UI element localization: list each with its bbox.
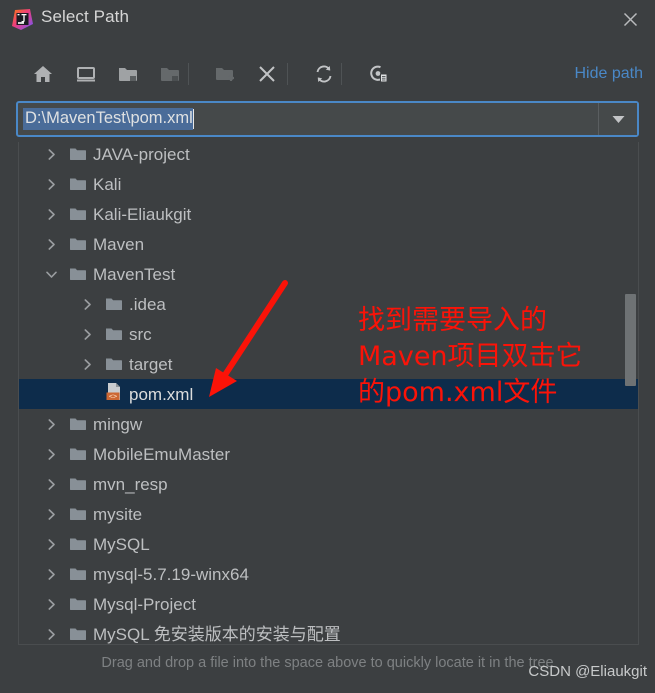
xml-file-icon: <> — [106, 383, 123, 401]
folder-icon — [70, 477, 87, 491]
intellij-idea-logo-icon — [12, 9, 33, 30]
toolbar-separator — [188, 63, 189, 85]
tree-row-label: MySQL 免安装版本的安装与配置 — [93, 624, 341, 644]
tree-row-label: MavenTest — [93, 264, 176, 284]
folder-icon — [70, 627, 87, 641]
chevron-right-icon[interactable] — [43, 446, 59, 462]
tree-row-label: mvn_resp — [93, 474, 168, 494]
chevron-right-icon[interactable] — [43, 536, 59, 552]
tree-row-label: pom.xml — [129, 384, 194, 404]
home-icon[interactable] — [24, 55, 62, 93]
tree-row-label: Maven — [93, 234, 145, 254]
tree-row-label: mingw — [93, 414, 143, 434]
tree-row-label: Kali-Eliaukgit — [93, 204, 192, 224]
folder-icon — [70, 207, 87, 221]
select-path-dialog: Select Path Hide path D:\MavenTest\pom.x… — [0, 0, 655, 693]
tree-scrollbar-track[interactable] — [625, 142, 637, 644]
toolbar-separator — [341, 63, 342, 85]
folder-icon — [70, 267, 87, 281]
tree-row[interactable]: JAVA-project — [19, 142, 638, 169]
chevron-right-icon[interactable] — [43, 176, 59, 192]
chevron-down-icon[interactable] — [43, 266, 59, 282]
tree-row[interactable]: MySQL — [19, 529, 638, 559]
tree-row[interactable]: Kali — [19, 169, 638, 199]
tree-row[interactable]: target — [19, 349, 638, 379]
chevron-right-icon[interactable] — [79, 356, 95, 372]
tree-row-label: mysite — [93, 504, 143, 524]
folder-icon — [106, 327, 123, 341]
path-dropdown-button[interactable] — [598, 103, 637, 135]
tree-row[interactable]: mingw — [19, 409, 638, 439]
tree-row[interactable]: Kali-Eliaukgit — [19, 199, 638, 229]
tree-scrollbar-thumb[interactable] — [625, 294, 636, 386]
tree-row-label: MobileEmuMaster — [93, 444, 230, 464]
tree-row[interactable]: mysite — [19, 499, 638, 529]
chevron-right-icon[interactable] — [43, 596, 59, 612]
tree-row[interactable]: <> pom.xml — [19, 379, 638, 409]
tree-row-label: Kali — [93, 174, 122, 194]
chevron-right-icon[interactable] — [43, 236, 59, 252]
svg-text:<>: <> — [109, 393, 117, 401]
window-title: Select Path — [41, 7, 130, 26]
text-caret — [192, 109, 194, 129]
file-tree[interactable]: JAVA-project Kali Kali-Eliaukgit Maven Maven… — [18, 142, 639, 645]
tree-row[interactable]: src — [19, 319, 638, 349]
tree-row[interactable]: mysql-5.7.19-winx64 — [19, 559, 638, 589]
folder-icon — [106, 357, 123, 371]
folder-icon — [70, 147, 87, 161]
folder-icon — [106, 297, 123, 311]
tree-row-label: MySQL — [93, 534, 150, 554]
new-folder-icon — [206, 55, 244, 93]
tree-row-label: JAVA-project — [93, 144, 190, 164]
desktop-icon[interactable] — [67, 55, 105, 93]
path-field[interactable]: D:\MavenTest\pom.xml — [16, 101, 639, 137]
tree-row[interactable]: Mysql-Project — [19, 589, 638, 619]
tree-row[interactable]: MySQL 免安装版本的安装与配置 — [19, 619, 638, 644]
tree-row-label: target — [129, 354, 173, 374]
refresh-icon[interactable] — [305, 55, 343, 93]
folder-icon — [70, 567, 87, 581]
chevron-right-icon[interactable] — [43, 566, 59, 582]
title-bar: Select Path — [0, 0, 655, 38]
chevron-right-icon[interactable] — [43, 416, 59, 432]
tree-row-label: .idea — [129, 294, 166, 314]
chevron-right-icon[interactable] — [43, 506, 59, 522]
chevron-right-icon[interactable] — [43, 146, 59, 162]
tree-row[interactable]: MobileEmuMaster — [19, 439, 638, 469]
folder-icon — [70, 597, 87, 611]
tree-row[interactable]: mvn_resp — [19, 469, 638, 499]
tree-row-label: mysql-5.7.19-winx64 — [93, 564, 249, 584]
path-input-value: D:\MavenTest\pom.xml — [23, 108, 193, 130]
project-folder-icon[interactable] — [109, 55, 147, 93]
tree-row-label: Mysql-Project — [93, 594, 196, 614]
folder-icon — [70, 177, 87, 191]
watermark: CSDN @Eliaukgit — [528, 663, 647, 680]
toolbar-separator — [287, 63, 288, 85]
tree-row[interactable]: Maven — [19, 229, 638, 259]
folder-icon — [70, 447, 87, 461]
toolbar: Hide path — [0, 52, 655, 96]
folder-icon — [70, 417, 87, 431]
chevron-right-icon[interactable] — [43, 206, 59, 222]
folder-icon — [70, 237, 87, 251]
chevron-right-icon[interactable] — [79, 296, 95, 312]
delete-icon[interactable] — [248, 55, 286, 93]
close-icon[interactable] — [619, 8, 641, 30]
show-hidden-files-icon[interactable] — [359, 55, 397, 93]
folder-icon — [70, 537, 87, 551]
tree-row-label: src — [129, 324, 152, 344]
path-input[interactable]: D:\MavenTest\pom.xml — [18, 103, 598, 135]
chevron-right-icon[interactable] — [43, 476, 59, 492]
chevron-right-icon[interactable] — [79, 326, 95, 342]
hide-path-link[interactable]: Hide path — [575, 65, 644, 83]
chevron-down-icon — [612, 115, 624, 123]
folder-icon — [70, 507, 87, 521]
tree-row[interactable]: .idea — [19, 289, 638, 319]
tree-row[interactable]: MavenTest — [19, 259, 638, 289]
module-folder-icon — [151, 55, 189, 93]
chevron-right-icon[interactable] — [43, 626, 59, 642]
